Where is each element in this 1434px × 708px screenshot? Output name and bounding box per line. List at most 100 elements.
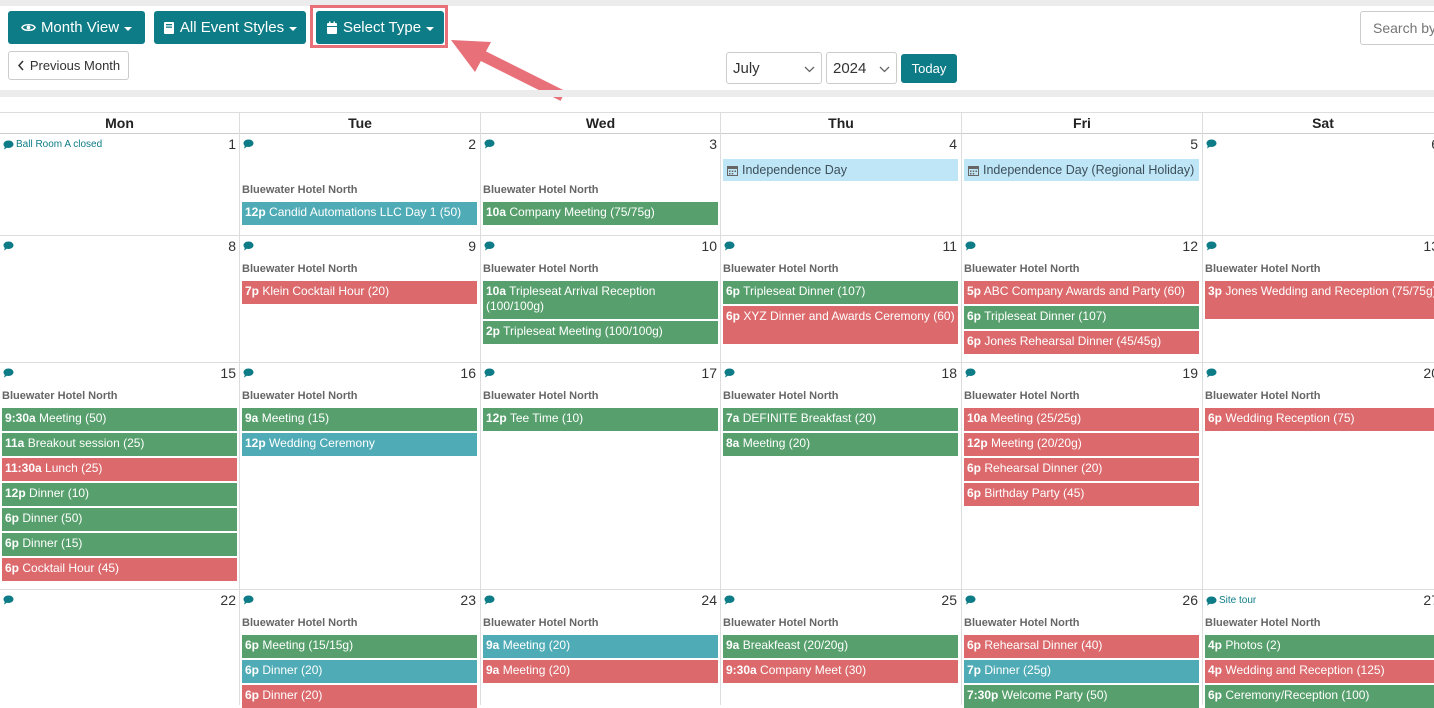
event-time: 10a [486, 205, 507, 219]
calendar-event[interactable]: 2p Tripleseat Meeting (100/100g) [483, 321, 718, 344]
comment-icon[interactable] [243, 595, 254, 605]
comment-icon[interactable] [724, 368, 735, 378]
day-cell[interactable]: Site tour 27 Bluewater Hotel North 4p Photo… [1203, 590, 1434, 708]
day-cell[interactable]: 22 [0, 590, 239, 705]
year-select[interactable]: 2024 [826, 52, 897, 84]
comment-icon[interactable] [243, 241, 254, 251]
calendar-event[interactable]: 11a Breakout session (25) [2, 433, 237, 456]
comment-icon[interactable] [243, 139, 254, 149]
day-cell[interactable]: 5 Independence Day (Regional Holiday) [962, 134, 1201, 236]
comment-icon[interactable] [1206, 368, 1217, 378]
calendar-event[interactable]: 10a Company Meeting (75/75g) [483, 202, 718, 225]
comment-icon[interactable] [3, 241, 14, 251]
day-cell[interactable]: 13 Bluewater Hotel North 3p Jones Wedding … [1203, 236, 1434, 363]
calendar-event[interactable]: 6p Jones Rehearsal Dinner (45/45g) [964, 331, 1199, 354]
comment-icon[interactable] [965, 368, 976, 378]
today-button[interactable]: Today [901, 54, 957, 83]
calendar-event[interactable]: 7a DEFINITE Breakfast (20) [723, 408, 958, 431]
calendar-event[interactable]: 6p Rehearsal Dinner (40) [964, 635, 1199, 658]
calendar-event[interactable]: 6p Tripleseat Dinner (107) [723, 281, 958, 304]
comment-icon[interactable] [1206, 241, 1217, 251]
day-cell[interactable]: 20 Bluewater Hotel North 6p Wedding Recept… [1203, 363, 1434, 590]
day-cell[interactable]: 4 Independence Day [721, 134, 960, 236]
event-styles-button[interactable]: All Event Styles [154, 11, 306, 44]
day-cell[interactable]: 26 Bluewater Hotel North 6p Rehearsal Dinn… [962, 590, 1201, 708]
month-select[interactable]: July [726, 52, 822, 84]
select-type-button[interactable]: Select Type [316, 11, 444, 44]
day-cell[interactable]: 18 Bluewater Hotel North 7a DEFINITE Break… [721, 363, 960, 590]
calendar-event[interactable]: 6p XYZ Dinner and Awards Ceremony (60) [723, 306, 958, 344]
calendar-event[interactable]: 6p Rehearsal Dinner (20) [964, 458, 1199, 481]
day-cell[interactable]: 23 Bluewater Hotel North 6p Meeting (15/15… [240, 590, 479, 708]
calendar-event[interactable]: 9a Meeting (20) [483, 660, 718, 683]
calendar-event[interactable]: 4p Photos (2) [1205, 635, 1434, 658]
calendar-event[interactable]: 4p Wedding and Reception (125) [1205, 660, 1434, 683]
day-cell[interactable]: 3 Bluewater Hotel North 10a Company Meetin… [481, 134, 720, 236]
calendar-event[interactable]: 9a Meeting (15) [242, 408, 477, 431]
day-cell[interactable]: 8 [0, 236, 239, 363]
calendar-event[interactable]: 6p Meeting (15/15g) [242, 635, 477, 658]
calendar-event[interactable]: 6p Birthday Party (45) [964, 483, 1199, 506]
day-cell[interactable]: Ball Room A closed 1 [0, 134, 239, 236]
comment-icon[interactable] [965, 595, 976, 605]
day-cell[interactable]: 11 Bluewater Hotel North 6p Tripleseat Din… [721, 236, 960, 363]
day-cell[interactable]: 16 Bluewater Hotel North 9a Meeting (15) 12… [240, 363, 479, 590]
comment-icon[interactable] [724, 595, 735, 605]
calendar-event[interactable]: 6p Cocktail Hour (45) [2, 558, 237, 581]
comment-icon[interactable] [965, 241, 976, 251]
calendar-event[interactable]: 7p Klein Cocktail Hour (20) [242, 281, 477, 304]
day-cell[interactable]: 19 Bluewater Hotel North 10a Meeting (25/2… [962, 363, 1201, 590]
calendar-event[interactable]: 9:30a Meeting (50) [2, 408, 237, 431]
calendar-event[interactable]: 10a Meeting (25/25g) [964, 408, 1199, 431]
comment-icon[interactable] [1206, 139, 1217, 149]
calendar-event[interactable]: 3p Jones Wedding and Reception (75/75g) [1205, 281, 1434, 319]
day-cell[interactable]: 25 Bluewater Hotel North 9a Breakfeast (20… [721, 590, 960, 705]
day-cell[interactable]: 2 Bluewater Hotel North 12p Candid Automat… [240, 134, 479, 236]
calendar-event[interactable]: 6p Tripleseat Dinner (107) [964, 306, 1199, 329]
day-cell[interactable]: 9 Bluewater Hotel North 7p Klein Cocktail … [240, 236, 479, 363]
day-note[interactable]: Site tour [1219, 595, 1256, 606]
comment-icon[interactable] [243, 368, 254, 378]
calendar-event[interactable]: 12p Meeting (20/20g) [964, 433, 1199, 456]
calendar-event[interactable]: 6p Dinner (15) [2, 533, 237, 556]
day-cell[interactable]: 24 Bluewater Hotel North 9a Meeting (20) 9a… [481, 590, 720, 705]
comment-icon[interactable] [484, 139, 495, 149]
day-cell[interactable]: 17 Bluewater Hotel North 12p Tee Time (10) [481, 363, 720, 590]
day-cell[interactable]: 6 [1203, 134, 1434, 236]
day-cell[interactable]: 10 Bluewater Hotel North 10a Tripleseat Ar… [481, 236, 720, 363]
calendar-event[interactable]: 9a Breakfeast (20/20g) [723, 635, 958, 658]
holiday-event[interactable]: Independence Day (Regional Holiday) [964, 159, 1199, 181]
comment-icon[interactable] [724, 241, 735, 251]
previous-month-button[interactable]: Previous Month [8, 51, 129, 80]
comment-icon[interactable]: Ball Room A closed [3, 139, 102, 150]
calendar-event[interactable]: 8a Meeting (20) [723, 433, 958, 456]
day-number: 11 [942, 238, 957, 254]
calendar-event[interactable]: 10a Tripleseat Arrival Reception (100/10… [483, 281, 718, 319]
venue-label: Bluewater Hotel North [242, 617, 358, 629]
holiday-event[interactable]: Independence Day [723, 159, 958, 181]
calendar-event[interactable]: 12p Candid Automations LLC Day 1 (50) [242, 202, 477, 225]
calendar-event[interactable]: 9a Meeting (20) [483, 635, 718, 658]
calendar-event[interactable]: 6p Dinner (20) [242, 660, 477, 683]
day-cell[interactable]: 15 Bluewater Hotel North 9:30a Meeting (50… [0, 363, 239, 590]
calendar-event[interactable]: 6p Dinner (50) [2, 508, 237, 531]
calendar-event[interactable]: 6p Wedding Reception (75) [1205, 408, 1434, 431]
search-input[interactable] [1360, 11, 1434, 45]
calendar-event[interactable]: 12p Tee Time (10) [483, 408, 718, 431]
comment-icon[interactable] [484, 241, 495, 251]
day-note[interactable]: Ball Room A closed [16, 139, 102, 150]
comment-icon[interactable] [484, 595, 495, 605]
calendar-event[interactable]: 9:30a Company Meet (30) [723, 660, 958, 683]
comment-icon[interactable]: Site tour [1206, 595, 1256, 606]
comment-icon[interactable] [484, 368, 495, 378]
day-cell[interactable]: 12 Bluewater Hotel North 5p ABC Company Aw… [962, 236, 1201, 363]
calendar-event[interactable]: 11:30a Lunch (25) [2, 458, 237, 481]
calendar-event[interactable]: 7p Dinner (25g) [964, 660, 1199, 683]
comment-icon[interactable] [3, 368, 14, 378]
comment-icon[interactable] [3, 595, 14, 605]
event-time: 9:30a [5, 411, 36, 425]
calendar-event[interactable]: 5p ABC Company Awards and Party (60) [964, 281, 1199, 304]
month-view-button[interactable]: Month View [8, 11, 145, 44]
calendar-event[interactable]: 12p Wedding Ceremony [242, 433, 477, 456]
calendar-event[interactable]: 12p Dinner (10) [2, 483, 237, 506]
